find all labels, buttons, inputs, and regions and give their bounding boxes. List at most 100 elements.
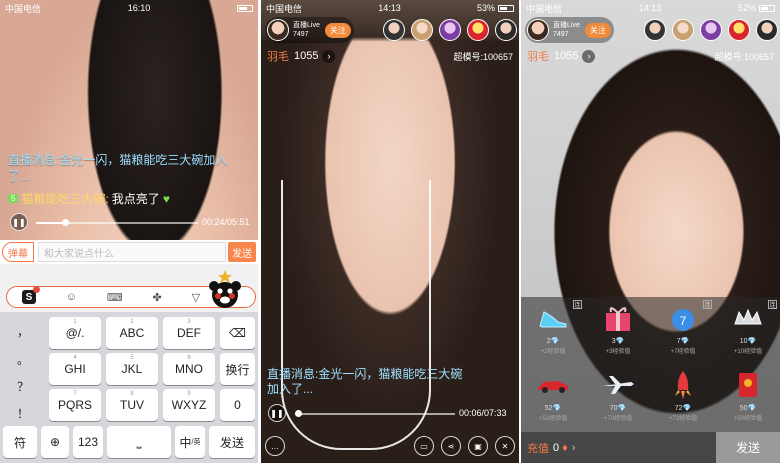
close-icon[interactable]: ✕ xyxy=(495,436,515,456)
status-bar: 中国电信 16:10 xyxy=(0,0,258,16)
pause-button[interactable]: ❚❚ xyxy=(10,213,28,231)
gift-item[interactable]: 连 10💎 +10经验值 xyxy=(716,297,780,364)
emoji-icon[interactable]: ☺ xyxy=(66,291,77,303)
key-2[interactable]: 2 ABC xyxy=(106,317,158,349)
globe-icon: ⊕ xyxy=(49,435,61,449)
pause-button[interactable]: ❚❚ xyxy=(268,404,286,422)
battery-icon xyxy=(759,4,775,12)
key-6[interactable]: 6 MNO xyxy=(163,353,215,385)
key-4[interactable]: 4 GHI xyxy=(49,353,101,385)
progress-fill xyxy=(36,222,66,224)
panel-gift-view: 中国电信 14:13 52% 直播Live 7497 关注 羽毛 1055 › 超… xyxy=(521,0,780,463)
gift-panel: 连 2💎 +2经验值 3💎 +3经验值 连 7 7💎 +7经验值 连 10💎 +… xyxy=(521,297,780,432)
gift-item[interactable]: 连 7 7💎 +7经验值 xyxy=(651,297,715,364)
host-card[interactable]: 直播Live 7497 关注 xyxy=(525,17,614,43)
chevron-right-icon[interactable]: › xyxy=(572,442,576,454)
viewer-avatar[interactable] xyxy=(411,19,433,41)
chevron-right-icon[interactable]: › xyxy=(582,49,596,63)
comment-bar: 弹幕 和大家说点什么 发送 xyxy=(0,240,258,264)
key-5[interactable]: 5 JKL xyxy=(106,353,158,385)
follow-button[interactable]: 关注 xyxy=(584,22,611,38)
language-key[interactable]: 中/英 xyxy=(175,426,205,458)
viewer-avatar[interactable] xyxy=(383,19,405,41)
clock: 14:13 xyxy=(378,3,401,13)
combo-tag: 连 xyxy=(703,300,712,309)
key-period[interactable]: 。 xyxy=(3,348,43,370)
gift-item[interactable]: 52💎 +52经验值 xyxy=(521,364,585,431)
viewer-avatar[interactable] xyxy=(672,19,694,41)
gift-icon[interactable]: ▣ xyxy=(468,436,488,456)
host-name: 直播Live xyxy=(293,22,320,29)
viewer-avatar[interactable] xyxy=(644,19,666,41)
clover-icon[interactable]: ✤ xyxy=(153,291,162,304)
feather-label: 羽毛 xyxy=(527,51,549,63)
follow-button[interactable]: 关注 xyxy=(324,22,351,38)
key-3[interactable]: 3 DEF xyxy=(163,317,215,349)
screen-icon[interactable]: ▭ xyxy=(414,436,434,456)
svg-text:7: 7 xyxy=(680,314,687,328)
numeric-key[interactable]: 123 xyxy=(73,426,103,458)
battery-percent: 52% xyxy=(737,3,756,13)
space-key[interactable]: ⎵ xyxy=(107,426,171,458)
backspace-key[interactable]: ⌫ xyxy=(220,317,255,349)
super-id: 超模号:100657 xyxy=(714,51,774,62)
symbol-key[interactable]: 符 xyxy=(3,426,37,458)
chevron-down-icon[interactable]: ▽ xyxy=(192,291,200,304)
playback-progress[interactable] xyxy=(295,410,455,417)
gift-item[interactable]: 连 2💎 +2经验值 xyxy=(521,297,585,364)
bottom-toolbar: … ▭ ⋖ ▣ ✕ xyxy=(261,429,519,463)
gift-item[interactable]: 3💎 +3经验值 xyxy=(586,297,650,364)
share-icon[interactable]: ⋖ xyxy=(441,436,461,456)
key-7[interactable]: 7 PQRS xyxy=(49,389,101,421)
key-9[interactable]: 9 WXYZ xyxy=(163,389,215,421)
keyboard-send-key[interactable]: 发送 xyxy=(209,426,255,458)
viewer-avatar[interactable] xyxy=(467,19,489,41)
playback-time: 00:06/07:33 xyxy=(459,408,507,418)
status-bar: 中国电信 14:13 53% xyxy=(261,0,519,16)
apple-icon: 7 xyxy=(666,303,700,333)
live-header: 直播Live 7497 关注 xyxy=(525,16,778,44)
gift-item[interactable]: 72💎 +72经验值 xyxy=(651,364,715,431)
carrier-label: 中国电信 xyxy=(5,3,42,14)
chevron-right-icon[interactable]: › xyxy=(322,49,336,63)
gift-item[interactable]: 50💎 +50经验值 xyxy=(716,364,780,431)
status-bar: 中国电信 14:13 52% xyxy=(521,0,780,16)
feather-count: 1055 xyxy=(554,50,579,62)
key-8[interactable]: 8 TUV xyxy=(106,389,158,421)
newline-key[interactable]: 换行 xyxy=(220,353,255,385)
globe-key[interactable]: ⊕ xyxy=(41,426,69,458)
viewer-avatar[interactable] xyxy=(700,19,722,41)
recharge-label[interactable]: 充值 xyxy=(527,440,549,456)
send-button[interactable]: 发送 xyxy=(228,242,256,262)
host-avatar[interactable] xyxy=(527,19,549,41)
gift-send-button[interactable]: 发送 xyxy=(716,432,780,463)
battery-icon xyxy=(498,4,514,12)
viewer-avatar[interactable] xyxy=(756,19,778,41)
chat-bubble-icon[interactable]: … xyxy=(265,436,285,456)
key-question[interactable]: ？ xyxy=(3,375,43,397)
viewer-avatar[interactable] xyxy=(495,19,517,41)
host-card[interactable]: 直播Live 7497 关注 xyxy=(265,17,354,43)
sports-car-icon xyxy=(536,370,570,400)
level-badge: 5 xyxy=(8,194,19,203)
gift-item[interactable]: 70💎 +70经验值 xyxy=(586,364,650,431)
viewer-avatar[interactable] xyxy=(728,19,750,41)
gift-box-icon xyxy=(601,303,635,333)
playback-progress[interactable] xyxy=(36,219,198,226)
host-id: 7497 xyxy=(293,31,309,38)
key-0[interactable]: 0 xyxy=(220,389,255,421)
key-1[interactable]: 1 @/. xyxy=(49,317,101,349)
key-exclaim[interactable]: ！ xyxy=(3,402,43,424)
host-avatar[interactable] xyxy=(267,19,289,41)
key-comma[interactable]: ， xyxy=(3,320,43,342)
host-name: 直播Live xyxy=(553,22,580,29)
keyboard: ， 。 ？ ！ 1 @/. 2 ABC 3 DEF ⌫ 4 GHI 5 JKL 6 MNO … xyxy=(0,312,258,463)
keyboard-icon[interactable]: ⌨ xyxy=(107,291,123,304)
viewer-list xyxy=(354,19,517,41)
super-id: 超模号:100657 xyxy=(453,51,513,62)
viewer-avatar[interactable] xyxy=(439,19,461,41)
combo-tag: 连 xyxy=(768,300,777,309)
comment-input[interactable]: 和大家说点什么 xyxy=(38,242,226,262)
sogou-logo-icon[interactable]: S xyxy=(21,286,40,304)
danmu-toggle[interactable]: 弹幕 xyxy=(2,242,34,262)
